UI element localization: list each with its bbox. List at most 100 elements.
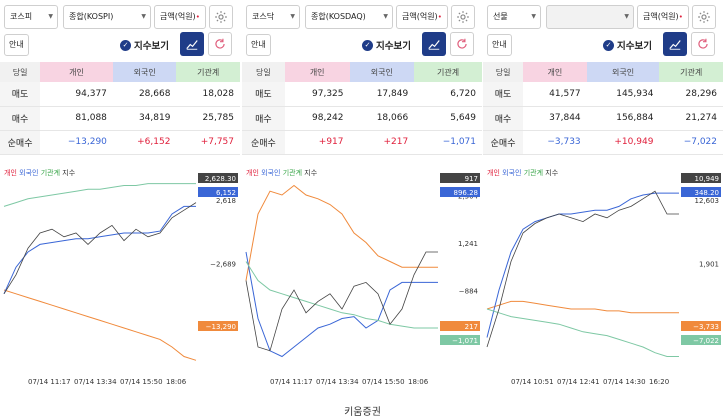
table-cell: 37,844 (523, 106, 587, 131)
table-header-row: 당일 개인 외국인 기관계 (483, 62, 723, 82)
table-cell: 94,377 (40, 82, 113, 107)
table-cell: 156,884 (586, 106, 660, 131)
end-value-badge: 917 (440, 173, 480, 183)
flow-line-chart: 2,618−2,689−7,9952,628.306,152−13,29007/… (3, 173, 238, 386)
futures-panel: 선물▼▼금액(억원)•안내✓지수보기⚙당일개인외국인기관계매도41,577145… (483, 0, 723, 392)
table-row: 매수 98,242 18,066 5,649 (242, 106, 482, 131)
row-label: 매수 (483, 106, 524, 131)
y-tick-label: 1,901 (699, 260, 719, 268)
table-cell: −13,290 (40, 130, 113, 155)
flow-line-chart: 12,6031,901−8,80210,949348.20−3,733−7,02… (486, 173, 721, 386)
table-cell: 34,819 (112, 106, 177, 131)
refresh-button[interactable] (691, 32, 715, 56)
index-select-label: 종합(KOSDAQ) (311, 12, 366, 21)
market-select[interactable]: 코스피 ▼ (4, 5, 58, 29)
end-value-badge: 896.28 (440, 187, 480, 197)
line-chart-button[interactable] (180, 32, 204, 56)
series-line-3 (3, 202, 197, 295)
table-cell: 28,668 (112, 82, 177, 107)
guide-button[interactable]: 안내 (487, 34, 512, 56)
end-value-badge: −3,733 (681, 321, 721, 331)
end-value-badge: 217 (440, 321, 480, 331)
row-label: 순매수 (483, 130, 524, 155)
index-view-label: 지수보기 (376, 41, 411, 52)
series-line-0 (3, 289, 197, 361)
guide-button[interactable]: 안내 (4, 34, 29, 56)
row-label: 매도 (0, 82, 41, 107)
table-cell: +7,757 (176, 130, 240, 155)
line-chart-button[interactable] (422, 32, 446, 56)
table-row: 순매수 +917 +217 −1,071 (242, 130, 482, 155)
end-value-badge: −13,290 (198, 321, 238, 331)
chevron-down-icon: ▼ (290, 13, 295, 20)
table-cell: −7,022 (659, 130, 723, 155)
chevron-down-icon: ▼ (531, 13, 536, 20)
end-value-badge: 10,949 (681, 173, 721, 183)
market-select[interactable]: 선물 ▼ (487, 5, 541, 29)
end-value-label: −1,071 (452, 337, 478, 345)
market-select-label: 코스닥 (252, 12, 275, 21)
x-tick-label: 18:06 (166, 378, 187, 386)
gear-icon[interactable] (692, 5, 716, 29)
gear-icon[interactable] (451, 5, 475, 29)
refresh-button[interactable] (208, 32, 232, 56)
gear-icon[interactable] (209, 5, 233, 29)
required-mark-icon: • (195, 13, 200, 21)
x-tick-label: 07/14 15:50 (362, 378, 405, 386)
required-mark-icon: • (678, 13, 683, 21)
unit-select[interactable]: 금액(억원)• (154, 5, 206, 29)
table-header-row: 당일 개인 외국인 기관계 (242, 62, 482, 82)
x-tick-label: 07/14 11:17 (270, 378, 313, 386)
unit-select-label: 금액(억원) (643, 12, 679, 21)
row-label: 매수 (0, 106, 41, 131)
table-cell: +217 (349, 130, 415, 155)
table-row: 매수 37,844 156,884 21,274 (483, 106, 723, 131)
table-cell: 98,242 (284, 106, 350, 131)
chevron-down-icon: ▼ (383, 13, 388, 20)
table-row: 순매수 −3,733 +10,949 −7,022 (483, 130, 723, 155)
series-line-1 (3, 205, 196, 295)
index-view-checkbox[interactable]: ✓ 지수보기 (362, 37, 411, 53)
header-individual: 개인 (40, 62, 113, 82)
line-chart-button[interactable] (663, 32, 687, 56)
index-select[interactable]: ▼ (546, 5, 634, 29)
row-label: 매수 (242, 106, 285, 131)
header-institution: 기관계 (414, 62, 482, 82)
table-cell: 97,325 (284, 82, 350, 107)
index-select[interactable]: 종합(KOSDAQ) ▼ (305, 5, 393, 29)
y-tick-label: 12,603 (695, 197, 720, 205)
end-value-label: −13,290 (206, 323, 236, 331)
table-cell: 5,649 (414, 106, 482, 131)
table-row: 순매수 −13,290 +6,152 +7,757 (0, 130, 240, 155)
guide-button[interactable]: 안내 (246, 34, 271, 56)
index-view-checkbox[interactable]: ✓ 지수보기 (120, 37, 169, 53)
table-header-row: 당일 개인 외국인 기관계 (0, 62, 240, 82)
index-select[interactable]: 종합(KOSPI) ▼ (63, 5, 151, 29)
table-cell: 21,274 (659, 106, 723, 131)
row-label: 매도 (483, 82, 524, 107)
x-tick-label: 07/14 13:34 (74, 378, 117, 386)
table-cell: 81,088 (40, 106, 113, 131)
y-tick-label: 2,618 (216, 197, 236, 205)
market-select[interactable]: 코스닥 ▼ (246, 5, 300, 29)
check-icon: ✓ (362, 39, 373, 51)
end-value-badge: −1,071 (440, 335, 480, 345)
unit-select[interactable]: 금액(억원)• (637, 5, 689, 29)
table-cell: +6,152 (112, 130, 177, 155)
end-value-label: −7,022 (693, 337, 719, 345)
table-row: 매도 41,577 145,934 28,296 (483, 82, 723, 107)
header-today: 당일 (242, 62, 285, 82)
table-cell: 17,849 (349, 82, 415, 107)
x-tick-label: 07/14 14:30 (603, 378, 646, 386)
trade-summary-table: 당일 개인 외국인 기관계 매도 94,377 28,668 18,028 매수 81,088 34… (0, 62, 240, 155)
trade-summary-table: 당일 개인 외국인 기관계 매도 97,325 17,849 6,720 매수 98,242 18,… (242, 62, 482, 155)
index-view-checkbox[interactable]: ✓ 지수보기 (603, 37, 652, 53)
refresh-button[interactable] (450, 32, 474, 56)
table-cell: +10,949 (586, 130, 660, 155)
x-tick-label: 16:20 (649, 378, 669, 386)
x-tick-label: 18:06 (408, 378, 429, 386)
series-line-1 (486, 192, 679, 338)
row-label: 순매수 (0, 130, 41, 155)
unit-select[interactable]: 금액(억원)• (396, 5, 448, 29)
header-institution: 기관계 (659, 62, 723, 82)
